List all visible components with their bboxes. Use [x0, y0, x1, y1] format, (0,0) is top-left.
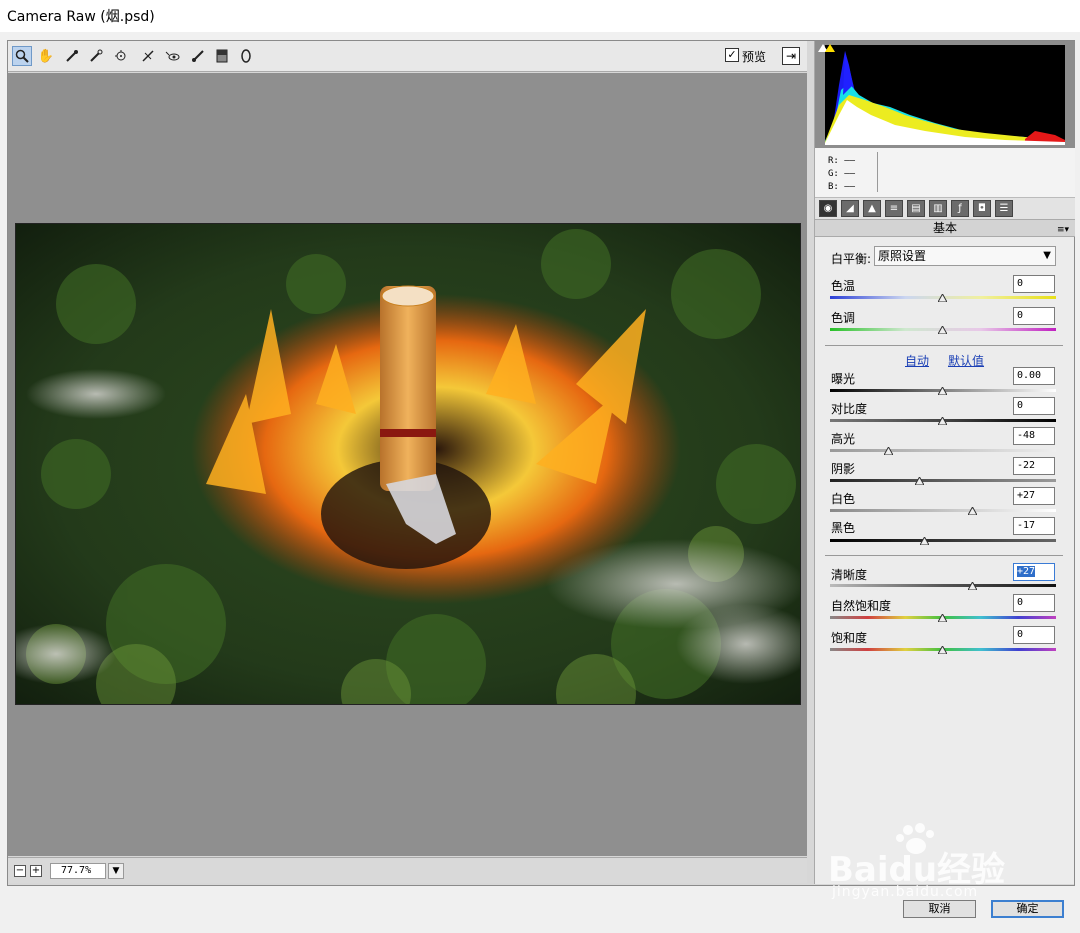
- shadows-field[interactable]: -22: [1013, 457, 1055, 475]
- vibrance-field[interactable]: 0: [1013, 594, 1055, 612]
- color-sampler-icon[interactable]: [86, 46, 106, 66]
- clarity-value: +27: [1017, 566, 1036, 577]
- tab-split-toning-icon[interactable]: ▤: [907, 200, 925, 217]
- straighten-icon[interactable]: [138, 46, 158, 66]
- panel-menu-icon[interactable]: ≡▾: [1057, 222, 1069, 238]
- tab-presets-icon[interactable]: ☰: [995, 200, 1013, 217]
- tab-hsl-icon[interactable]: ≡: [885, 200, 903, 217]
- blacks-slider-thumb[interactable]: [920, 537, 929, 545]
- watermark-url: jingyan.baidu.com: [832, 884, 979, 900]
- preview-canvas: [8, 73, 807, 856]
- temp-field[interactable]: 0: [1013, 275, 1055, 293]
- blacks-field[interactable]: -17: [1013, 517, 1055, 535]
- saturation-label: 饱和度: [831, 631, 868, 645]
- tab-effects-icon[interactable]: ƒ: [951, 200, 969, 217]
- exposure-label: 曝光: [831, 372, 856, 386]
- graduated-filter-icon[interactable]: [212, 46, 232, 66]
- shadows-slider[interactable]: [830, 479, 1056, 482]
- title-bar: Camera Raw (烟.psd): [0, 0, 1080, 32]
- default-link[interactable]: 默认值: [948, 352, 984, 369]
- r-readout: R: ——: [828, 156, 856, 166]
- clarity-field[interactable]: +27: [1013, 563, 1055, 581]
- highlights-field[interactable]: -48: [1013, 427, 1055, 445]
- tab-camera-calibration-icon[interactable]: ◘: [973, 200, 991, 217]
- temp-slider-thumb[interactable]: [938, 294, 947, 302]
- contrast-slider-thumb[interactable]: [938, 417, 947, 425]
- temp-label: 色温: [831, 279, 856, 293]
- zoom-in-button[interactable]: +: [30, 865, 42, 877]
- tint-slider-thumb[interactable]: [938, 326, 947, 334]
- whites-label: 白色: [831, 492, 856, 506]
- highlights-label: 高光: [831, 432, 856, 446]
- clarity-slider[interactable]: [830, 584, 1056, 587]
- vibrance-label: 自然饱和度: [831, 599, 892, 613]
- g-readout: G: ——: [828, 169, 856, 179]
- cancel-button[interactable]: 取消: [903, 900, 976, 918]
- white-balance-label: 白平衡:: [831, 252, 872, 266]
- auto-link[interactable]: 自动: [905, 352, 929, 369]
- vibrance-slider-thumb[interactable]: [938, 614, 947, 622]
- zoom-out-button[interactable]: −: [14, 865, 26, 877]
- shadows-label: 阴影: [831, 462, 856, 476]
- whites-slider-thumb[interactable]: [968, 507, 977, 515]
- preview-label: 预览: [742, 50, 767, 64]
- white-balance-icon[interactable]: [62, 46, 82, 66]
- zoom-icon[interactable]: [12, 46, 32, 66]
- tint-label: 色调: [831, 311, 856, 325]
- tab-detail-icon[interactable]: ▲: [863, 200, 881, 217]
- contrast-field[interactable]: 0: [1013, 397, 1055, 415]
- panel-header: 基本 ≡▾: [815, 220, 1075, 237]
- shadows-slider-thumb[interactable]: [915, 477, 924, 485]
- ok-button[interactable]: 确定: [991, 900, 1064, 918]
- saturation-slider-thumb[interactable]: [938, 646, 947, 654]
- white-balance-value: 原照设置: [878, 249, 927, 263]
- exposure-slider-thumb[interactable]: [938, 387, 947, 395]
- saturation-field[interactable]: 0: [1013, 626, 1055, 644]
- highlights-slider[interactable]: [830, 449, 1056, 452]
- zoom-bar: − + 77.7% ▼: [8, 857, 807, 883]
- tab-lens-icon[interactable]: ▥: [929, 200, 947, 217]
- clarity-label: 清晰度: [831, 568, 868, 582]
- fullscreen-toggle-icon[interactable]: ⇥: [782, 47, 800, 65]
- hand-icon[interactable]: ✋: [36, 46, 56, 66]
- histogram: [815, 41, 1075, 148]
- tab-basic-icon[interactable]: ◉: [819, 200, 837, 217]
- zoom-dropdown-chevron-down-icon[interactable]: ▼: [108, 863, 124, 879]
- red-eye-icon[interactable]: [163, 46, 183, 66]
- exposure-field[interactable]: 0.00: [1013, 367, 1055, 385]
- blacks-label: 黑色: [831, 521, 856, 535]
- whites-slider[interactable]: [830, 509, 1056, 512]
- radial-filter-icon[interactable]: [236, 46, 256, 66]
- highlights-slider-thumb[interactable]: [884, 447, 893, 455]
- whites-field[interactable]: +27: [1013, 487, 1055, 505]
- tab-tone-curve-icon[interactable]: ◢: [841, 200, 859, 217]
- chevron-down-icon: ▼: [1043, 250, 1051, 261]
- panel-title: 基本: [932, 221, 957, 235]
- adjustment-brush-icon[interactable]: [188, 46, 208, 66]
- clarity-slider-thumb[interactable]: [968, 582, 977, 590]
- panel-tabs: ◉ ◢ ▲ ≡ ▤ ▥ ƒ ◘ ☰: [815, 198, 1075, 220]
- contrast-label: 对比度: [831, 402, 868, 416]
- tint-field[interactable]: 0: [1013, 307, 1055, 325]
- window-title: Camera Raw (烟.psd): [7, 9, 155, 25]
- target-adjust-icon[interactable]: [112, 46, 132, 66]
- image-preview: [15, 223, 801, 705]
- preview-checkbox[interactable]: ✓: [725, 48, 739, 62]
- toolbar: ✋ ✓ 预览 ⇥: [8, 41, 807, 72]
- rgb-readout: R: —— G: —— B: ——: [815, 148, 1075, 198]
- b-readout: B: ——: [828, 182, 856, 192]
- zoom-level[interactable]: 77.7%: [50, 863, 106, 879]
- white-balance-select[interactable]: 原照设置 ▼: [874, 246, 1056, 266]
- blacks-slider[interactable]: [830, 539, 1056, 542]
